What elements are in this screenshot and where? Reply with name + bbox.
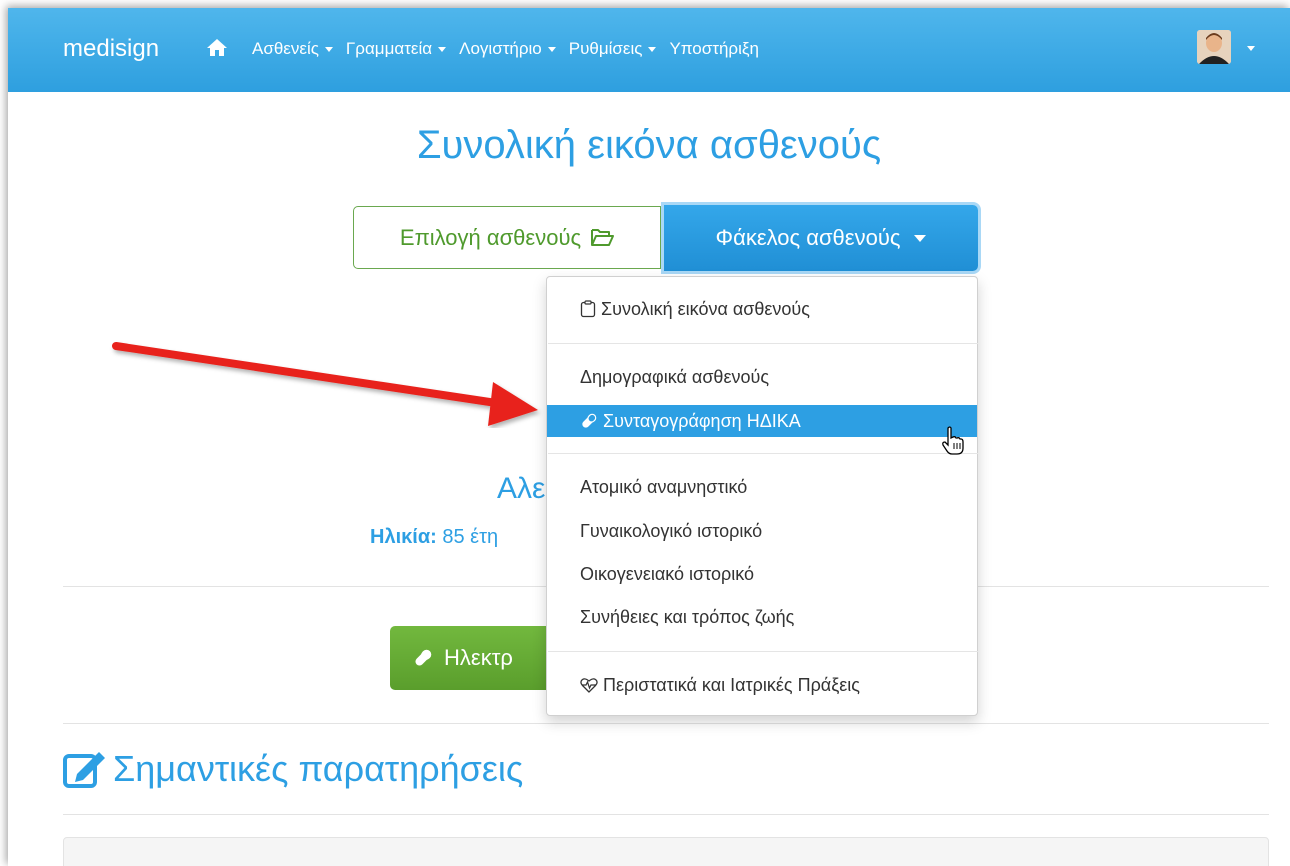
clipboard-icon <box>580 300 596 318</box>
menu-divider <box>548 453 978 454</box>
top-navbar: medisign Ασθενείς Γραμματεία Λογιστήριο … <box>8 8 1290 92</box>
patient-folder-label: Φάκελος ασθενούς <box>715 225 901 250</box>
brand-logo[interactable]: medisign <box>63 35 159 63</box>
page-title: Συνολική εικόνα ασθενούς <box>416 123 882 167</box>
age-label: Ηλικία: <box>370 526 437 548</box>
nav-item-accounting[interactable]: Λογιστήριο <box>459 39 556 59</box>
user-avatar[interactable] <box>1197 30 1231 64</box>
notes-heading: Σημαντικές παρατηρήσεις <box>63 748 523 790</box>
menu-item-demographics[interactable]: Δημογραφικά ασθενούς <box>547 361 977 393</box>
patient-folder-button[interactable]: Φάκελος ασθενούς <box>664 205 978 271</box>
annotation-arrow <box>112 342 538 426</box>
caret-down-icon <box>547 46 556 52</box>
menu-item-family-history[interactable]: Οικογενειακό ιστορικό <box>547 558 977 590</box>
heartbeat-icon <box>580 678 598 693</box>
menu-item-habits-lifestyle[interactable]: Συνήθειες και τρόπος ζωής <box>547 601 977 633</box>
folder-open-icon <box>591 229 615 246</box>
patient-folder-dropdown: Συνολική εικόνα ασθενούς Δημογραφικά ασθ… <box>546 276 978 716</box>
nav-item-patients[interactable]: Ασθενείς <box>252 39 333 59</box>
eprescription-button[interactable]: Ηλεκτρ <box>390 626 560 690</box>
pill-icon <box>582 413 597 428</box>
divider <box>63 723 1269 724</box>
eprescription-label: Ηλεκτρ <box>444 645 513 670</box>
hand-cursor-icon <box>942 426 964 455</box>
app-window: medisign Ασθενείς Γραμματεία Λογιστήριο … <box>8 8 1290 866</box>
select-patient-label: Επιλογή ασθενούς <box>399 224 582 250</box>
caret-down-icon <box>438 46 447 52</box>
avatar-caret-icon[interactable] <box>1247 46 1255 51</box>
nav-item-secretariat[interactable]: Γραμματεία <box>346 39 447 59</box>
nav-menu: Ασθενείς Γραμματεία Λογιστήριο Ρυθμίσεις… <box>252 39 759 59</box>
divider <box>63 814 1269 815</box>
nav-item-settings[interactable]: Ρυθμίσεις <box>569 39 657 59</box>
menu-divider <box>548 343 978 344</box>
caret-down-icon <box>324 46 333 52</box>
caret-down-icon <box>914 234 927 242</box>
patient-name: Αλε <box>497 472 546 505</box>
pill-icon <box>415 649 432 666</box>
menu-divider <box>548 651 978 652</box>
notes-title-text: Σημαντικές παρατηρήσεις <box>113 748 524 789</box>
menu-item-patient-overview[interactable]: Συνολική εικόνα ασθενούς <box>547 293 977 325</box>
menu-item-gynecological-history[interactable]: Γυναικολογικό ιστορικό <box>547 515 977 547</box>
menu-item-incidents-procedures[interactable]: Περιστατικά και Ιατρικές Πράξεις <box>547 669 977 701</box>
age-value: 85 έτη <box>442 526 499 548</box>
menu-item-eprescription[interactable]: Συνταγογράφηση ΗΔΙΚΑ <box>547 405 977 437</box>
edit-icon <box>63 752 105 788</box>
home-icon[interactable] <box>206 37 228 57</box>
menu-item-personal-history[interactable]: Ατομικό αναμνηστικό <box>547 471 977 503</box>
nav-item-support[interactable]: Υποστήριξη <box>669 39 758 59</box>
patient-age: Ηλικία: 85 έτη <box>370 526 498 549</box>
notes-panel <box>63 837 1269 866</box>
caret-down-icon <box>648 46 657 52</box>
select-patient-button[interactable]: Επιλογή ασθενούς <box>353 206 661 269</box>
